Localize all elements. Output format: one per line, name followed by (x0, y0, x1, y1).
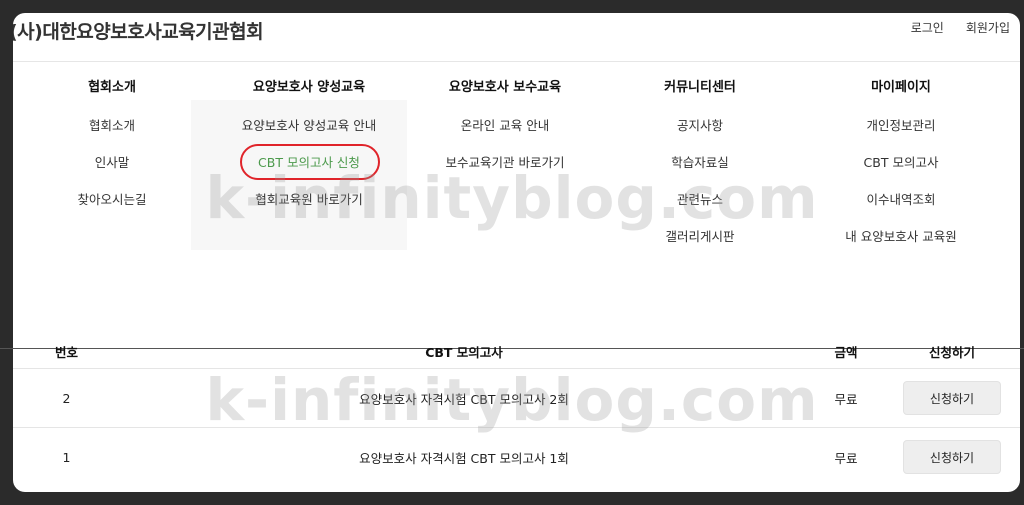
col-header-no: 번호 (54, 345, 78, 360)
menu-item-history[interactable]: 이수내역조회 (866, 191, 935, 228)
row-title: 요양보호사 자격시험 CBT 모의고사 1회 (359, 450, 569, 466)
menu-item-gallery[interactable]: 갤러리게시판 (665, 228, 734, 265)
menu-item-training-info[interactable]: 요양보호사 양성교육 안내 (242, 117, 376, 154)
login-link[interactable]: 로그인 (911, 19, 944, 36)
menu-item-directions[interactable]: 찾아오시는길 (77, 191, 146, 228)
menu-item-refresher-link[interactable]: 보수교육기관 바로가기 (446, 154, 565, 191)
menu-item-my-center[interactable]: 내 요양보호사 교육원 (845, 228, 956, 265)
menu-col-community: 커뮤니티센터 공지사항 학습자료실 관련뉴스 갤러리게시판 (603, 61, 797, 349)
site-title[interactable]: (사)대한요양보호사교육기관협회 (13, 17, 264, 44)
menu-item-cbt-apply-label: CBT 모의고사 신청 (258, 155, 360, 170)
row-title: 요양보호사 자격시험 CBT 모의고사 2회 (359, 391, 569, 407)
menu-item-materials[interactable]: 학습자료실 (671, 154, 729, 191)
row-price: 무료 (834, 450, 858, 466)
table-row: 1 요양보호사 자격시험 CBT 모의고사 1회 무료 신청하기 (13, 427, 1020, 486)
menu-heading[interactable]: 커뮤니티센터 (664, 78, 736, 98)
menu-heading[interactable]: 요양보호사 보수교육 (449, 78, 561, 98)
menu-col-about: 협회소개 협회소개 인사말 찾아오시는길 (13, 61, 211, 349)
cbt-table: 번호 CBT 모의고사 금액 신청하기 2 요양보호사 자격시험 CBT 모의고… (13, 338, 1020, 486)
apply-button[interactable]: 신청하기 (903, 440, 1001, 474)
row-no: 2 (62, 390, 71, 406)
table-header: 번호 CBT 모의고사 금액 신청하기 (13, 338, 1020, 368)
menu-item-assoc-center[interactable]: 협회교육원 바로가기 (255, 191, 362, 228)
menu-item-notice[interactable]: 공지사항 (677, 117, 723, 154)
col-header-apply: 신청하기 (928, 345, 975, 360)
row-price: 무료 (834, 391, 858, 407)
menu-col-training: 요양보호사 양성교육 요양보호사 양성교육 안내 CBT 모의고사 신청 협회교… (211, 61, 407, 349)
mega-menu: 협회소개 협회소개 인사말 찾아오시는길 요양보호사 양성교육 요양보호사 양성… (13, 61, 1020, 349)
menu-item-about[interactable]: 협회소개 (89, 117, 135, 154)
top-nav: 로그인 회원가입 (911, 19, 1010, 36)
menu-item-news[interactable]: 관련뉴스 (677, 191, 723, 228)
signup-link[interactable]: 회원가입 (966, 19, 1010, 36)
menu-item-greeting[interactable]: 인사말 (95, 154, 130, 191)
menu-item-cbt-apply[interactable]: CBT 모의고사 신청 (240, 144, 381, 191)
menu-item-cbt[interactable]: CBT 모의고사 (864, 154, 939, 191)
row-no: 1 (62, 449, 71, 465)
menu-item-profile[interactable]: 개인정보관리 (866, 117, 935, 154)
apply-button[interactable]: 신청하기 (903, 381, 1001, 415)
menu-item-online-info[interactable]: 온라인 교육 안내 (461, 117, 549, 154)
menu-heading[interactable]: 요양보호사 양성교육 (253, 78, 365, 98)
table-row: 2 요양보호사 자격시험 CBT 모의고사 2회 무료 신청하기 (13, 368, 1020, 427)
menu-heading[interactable]: 협회소개 (88, 78, 136, 98)
col-header-title: CBT 모의고사 (425, 345, 503, 360)
menu-heading[interactable]: 마이페이지 (871, 78, 931, 98)
menu-col-mypage: 마이페이지 개인정보관리 CBT 모의고사 이수내역조회 내 요양보호사 교육원 (797, 61, 1005, 349)
col-header-price: 금액 (834, 345, 858, 360)
menu-col-refresher: 요양보호사 보수교육 온라인 교육 안내 보수교육기관 바로가기 (407, 61, 603, 349)
